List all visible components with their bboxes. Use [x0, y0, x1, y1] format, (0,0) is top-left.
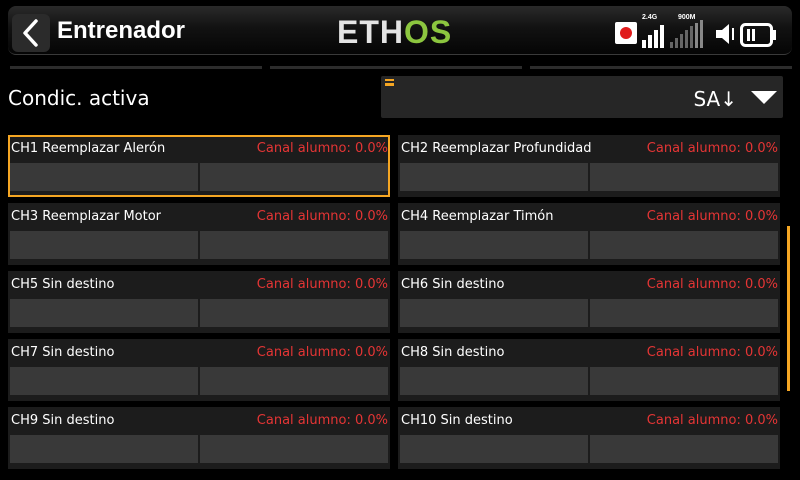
channel-source-field[interactable] — [590, 367, 778, 395]
tab-divider — [530, 66, 792, 69]
logo-main-text: ETH — [337, 14, 404, 50]
channel-mode-field[interactable] — [10, 435, 198, 463]
trainer-channel-status: Canal alumno: 0.0% — [646, 141, 778, 156]
active-condition-select[interactable]: SA↓ — [381, 76, 783, 118]
trainer-channel-status: Canal alumno: 0.0% — [256, 413, 388, 428]
scrollbar[interactable] — [787, 226, 790, 391]
triangle-down-icon — [751, 91, 777, 104]
menu-icon — [385, 79, 394, 86]
channel-mode-field[interactable] — [10, 299, 198, 327]
chevron-left-icon — [23, 19, 38, 47]
channel-source-field[interactable] — [200, 163, 388, 191]
trainer-channel-status: Canal alumno: 0.0% — [646, 413, 778, 428]
channel-card[interactable]: CH8 Sin destino Canal alumno: 0.0% — [398, 339, 780, 401]
channel-label: CH8 Sin destino — [401, 345, 505, 360]
signal-bars-icon — [670, 20, 703, 48]
trainer-channel-status: Canal alumno: 0.0% — [646, 209, 778, 224]
channel-card[interactable]: CH3 Reemplazar Motor Canal alumno: 0.0% — [8, 203, 390, 265]
tab-divider — [270, 66, 522, 69]
trainer-channel-status: Canal alumno: 0.0% — [256, 345, 388, 360]
channel-source-field[interactable] — [200, 367, 388, 395]
channel-mode-field[interactable] — [10, 163, 198, 191]
channel-label: CH6 Sin destino — [401, 277, 505, 292]
channel-card[interactable]: CH4 Reemplazar Timón Canal alumno: 0.0% — [398, 203, 780, 265]
signal-bars-icon — [642, 25, 664, 48]
channel-source-field[interactable] — [590, 299, 778, 327]
channel-label: CH3 Reemplazar Motor — [11, 209, 162, 224]
channel-card[interactable]: CH7 Sin destino Canal alumno: 0.0% — [8, 339, 390, 401]
channel-mode-field[interactable] — [400, 163, 588, 191]
trainer-channel-status: Canal alumno: 0.0% — [646, 277, 778, 292]
trainer-channel-status: Canal alumno: 0.0% — [256, 277, 388, 292]
channel-card[interactable]: CH1 Reemplazar Alerón Canal alumno: 0.0% — [8, 135, 390, 197]
logo-accent-text: OS — [404, 14, 453, 50]
channel-source-field[interactable] — [590, 231, 778, 259]
channel-mode-field[interactable] — [400, 435, 588, 463]
channel-source-field[interactable] — [200, 231, 388, 259]
channel-card[interactable]: CH9 Sin destino Canal alumno: 0.0% — [8, 407, 390, 469]
channel-source-field[interactable] — [200, 435, 388, 463]
active-condition-label: Condic. activa — [8, 86, 150, 110]
channel-label: CH4 Reemplazar Timón — [401, 209, 554, 224]
header: Entrenador ETHOS 2.4G 900M — [0, 0, 800, 62]
channel-mode-field[interactable] — [10, 231, 198, 259]
trainer-channel-status: Canal alumno: 0.0% — [256, 141, 388, 156]
channel-label: CH10 Sin destino — [401, 413, 513, 428]
channel-label: CH5 Sin destino — [11, 277, 115, 292]
channel-card[interactable]: CH10 Sin destino Canal alumno: 0.0% — [398, 407, 780, 469]
trainer-channel-status: Canal alumno: 0.0% — [646, 345, 778, 360]
channel-source-field[interactable] — [590, 163, 778, 191]
ethos-logo: ETHOS — [337, 14, 452, 50]
trainer-channel-status: Canal alumno: 0.0% — [256, 209, 388, 224]
tab-divider — [10, 66, 262, 69]
channel-source-field[interactable] — [590, 435, 778, 463]
channel-mode-field[interactable] — [400, 231, 588, 259]
battery-icon — [740, 23, 776, 47]
channel-source-field[interactable] — [200, 299, 388, 327]
record-icon — [615, 22, 637, 44]
channel-label: CH2 Reemplazar Profundidad — [401, 141, 592, 156]
volume-icon — [716, 24, 734, 44]
active-condition-value: SA↓ — [693, 87, 737, 111]
channel-card[interactable]: CH2 Reemplazar Profundidad Canal alumno:… — [398, 135, 780, 197]
channel-mode-field[interactable] — [400, 299, 588, 327]
channel-card[interactable]: CH5 Sin destino Canal alumno: 0.0% — [8, 271, 390, 333]
page-title: Entrenador — [57, 17, 186, 44]
channel-card[interactable]: CH6 Sin destino Canal alumno: 0.0% — [398, 271, 780, 333]
channel-label: CH9 Sin destino — [11, 413, 115, 428]
channel-mode-field[interactable] — [10, 367, 198, 395]
channel-label: CH1 Reemplazar Alerón — [11, 141, 166, 156]
back-button[interactable] — [12, 14, 50, 52]
channel-mode-field[interactable] — [400, 367, 588, 395]
channel-label: CH7 Sin destino — [11, 345, 115, 360]
